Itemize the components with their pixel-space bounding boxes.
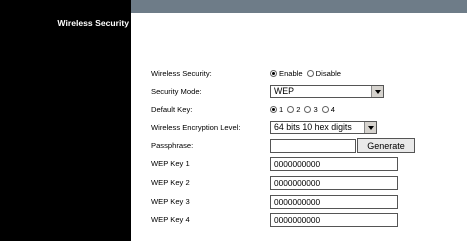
- passphrase-input[interactable]: [270, 138, 356, 153]
- wep-key-1-label: WEP Key 1: [151, 159, 190, 168]
- sidebar: [0, 0, 131, 241]
- default-key-2-radio[interactable]: [287, 106, 295, 113]
- wep-key-3-input[interactable]: [270, 194, 398, 209]
- disable-radio-label: Disable: [315, 69, 341, 78]
- encryption-level-select[interactable]: 64 bits 10 hex digits: [270, 121, 377, 134]
- default-key-1-radio[interactable]: [270, 106, 277, 113]
- default-key-2-label: 2: [296, 105, 301, 114]
- wep-key-1-input[interactable]: [270, 156, 398, 171]
- default-key-3-radio[interactable]: [304, 106, 312, 113]
- enable-radio-label: Enable: [279, 69, 303, 78]
- passphrase-label: Passphrase:: [151, 141, 194, 150]
- default-key-1-label: 1: [279, 105, 284, 114]
- security-mode-select[interactable]: WEP: [270, 85, 384, 98]
- default-key-label: Default Key:: [151, 105, 193, 114]
- wireless-security-radio-group: Enable Disable: [270, 66, 345, 81]
- default-key-3-label: 3: [313, 105, 318, 114]
- security-mode-value: WEP: [274, 86, 295, 96]
- wep-key-4-label: WEP Key 4: [151, 215, 190, 224]
- wep-key-2-label: WEP Key 2: [151, 178, 190, 187]
- default-key-4-radio[interactable]: [321, 106, 329, 113]
- wep-key-2-input[interactable]: [270, 175, 398, 190]
- enable-radio[interactable]: [270, 70, 277, 77]
- default-key-radio-group: 1 2 3 4: [270, 102, 339, 117]
- default-key-4-label: 4: [330, 105, 335, 114]
- wireless-security-label: Wireless Security:: [151, 69, 212, 78]
- wep-key-3-label: WEP Key 3: [151, 197, 190, 206]
- generate-button[interactable]: Generate: [357, 138, 415, 153]
- security-mode-label: Security Mode:: [151, 87, 202, 96]
- header-band: [131, 0, 467, 13]
- wep-key-4-input[interactable]: [270, 212, 398, 227]
- sidebar-section-title: Wireless Security: [57, 18, 129, 28]
- encryption-level-value: 64 bits 10 hex digits: [274, 122, 352, 132]
- chevron-down-icon[interactable]: [371, 86, 383, 97]
- chevron-down-icon[interactable]: [364, 122, 376, 133]
- encryption-level-label: Wireless Encryption Level:: [151, 123, 241, 132]
- disable-radio[interactable]: [306, 70, 314, 77]
